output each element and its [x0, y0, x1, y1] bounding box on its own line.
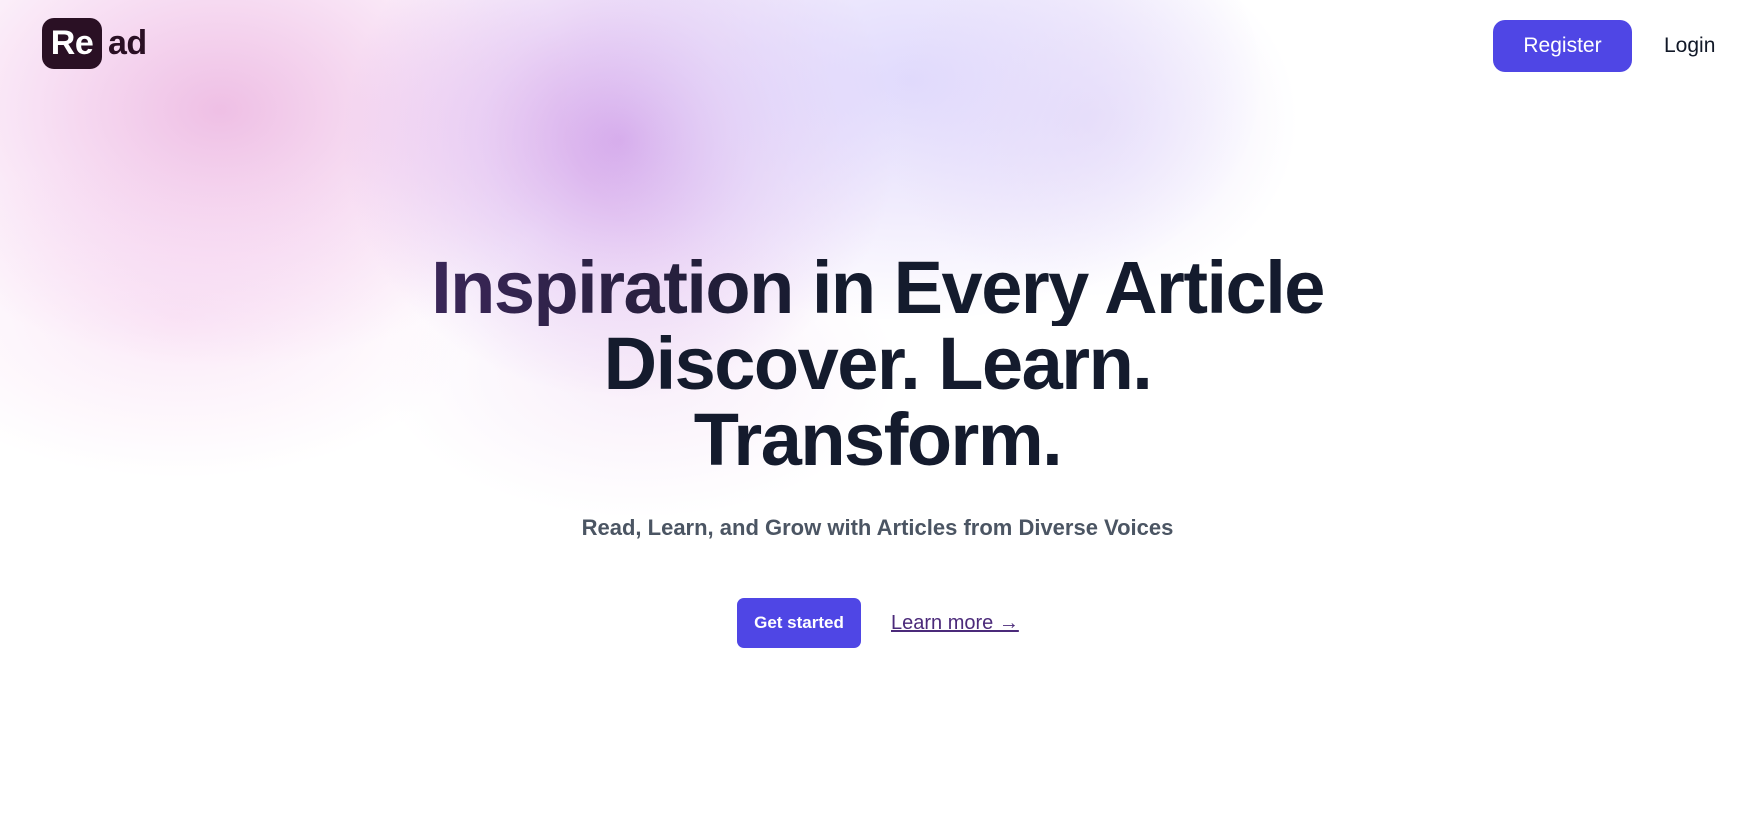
hero-title-line-3: Transform.	[693, 398, 1063, 481]
hero-title-line-1: Inspiration in Every Article	[431, 246, 1325, 329]
hero-title: Inspiration in Every Article Discover. L…	[0, 250, 1755, 478]
hero-title-line-2: Discover. Learn.	[603, 322, 1153, 405]
logo-text: ad	[108, 24, 147, 62]
get-started-button[interactable]: Get started	[737, 598, 861, 648]
logo-mark: Re	[42, 18, 102, 69]
register-button[interactable]: Register	[1493, 20, 1632, 72]
landing-page: Re ad Register Login Inspiration in Ever…	[0, 0, 1755, 813]
learn-more-link[interactable]: Learn more →	[891, 598, 1019, 648]
hero-subtitle: Read, Learn, and Grow with Articles from…	[581, 515, 1174, 540]
logo[interactable]: Re ad	[42, 18, 147, 69]
login-link[interactable]: Login	[1664, 20, 1715, 72]
